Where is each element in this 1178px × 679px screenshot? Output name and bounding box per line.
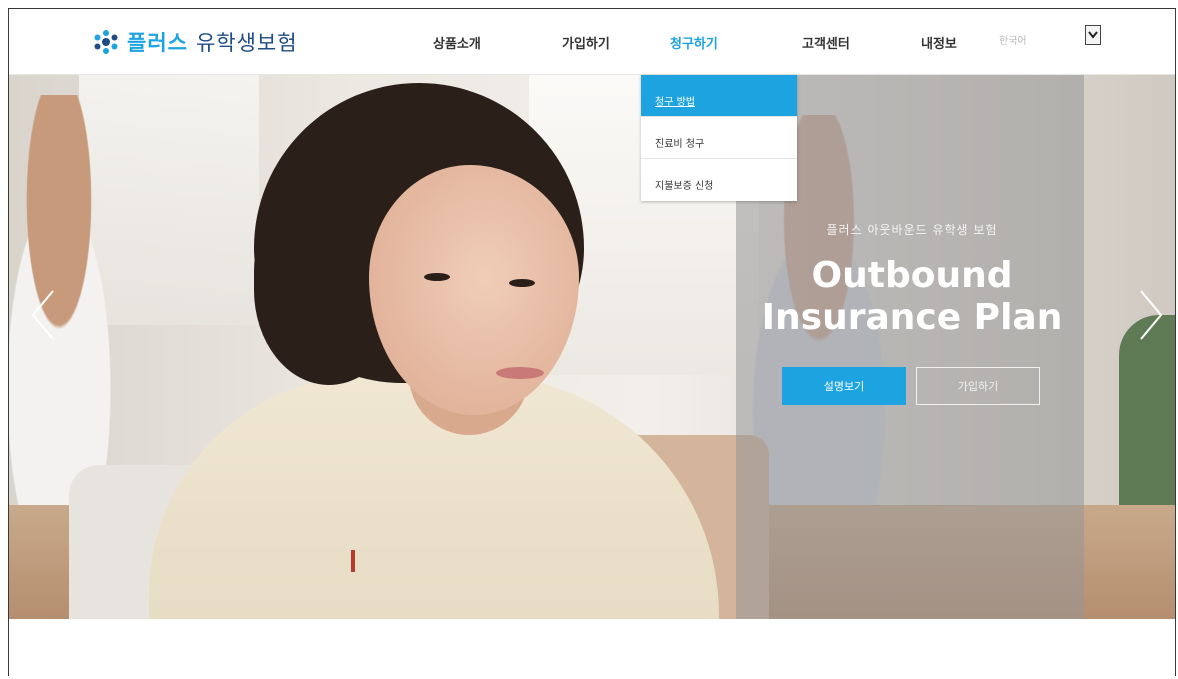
dropdown-item-medical-claim[interactable]: 진료비 청구 <box>641 117 797 159</box>
student-lips <box>496 367 544 379</box>
language-dropdown-button[interactable] <box>1085 25 1101 45</box>
hero-title-line1: Outbound <box>811 255 1013 296</box>
logo[interactable]: 플러스 유학생보험 <box>93 27 298 57</box>
join-button[interactable]: 가입하기 <box>916 367 1040 405</box>
chevron-left-icon[interactable] <box>23 285 63 345</box>
student-eye <box>509 279 535 287</box>
hero-title-line2: Insurance Plan <box>761 297 1063 338</box>
claim-dropdown-menu: 청구 방법 진료비 청구 지불보증 신청 <box>641 75 797 201</box>
chevron-right-icon[interactable] <box>1131 285 1171 345</box>
chevron-down-icon <box>1088 31 1098 39</box>
logo-icon <box>94 30 118 54</box>
dropdown-item-claim-method[interactable]: 청구 방법 <box>641 75 797 117</box>
site-header: 플러스 유학생보험 상품소개 가입하기 청구하기 고객센터 내정보 한국어 <box>9 9 1175 75</box>
nav-item-products[interactable]: 상품소개 <box>433 33 481 52</box>
nav-item-join[interactable]: 가입하기 <box>562 33 610 52</box>
logo-brand-name: 플러스 <box>127 31 188 55</box>
hero-subtitle: 플러스 아웃바운드 유학생 보험 <box>826 223 998 237</box>
nav-item-customer-center[interactable]: 고객센터 <box>802 33 850 52</box>
student-eye <box>424 273 450 281</box>
shirt-pin <box>351 550 355 572</box>
logo-subtitle: 유학생보험 <box>195 31 298 55</box>
view-details-button[interactable]: 설명보기 <box>782 367 906 405</box>
nav-item-my-info[interactable]: 내정보 <box>921 33 957 52</box>
language-selected: 한국어 <box>999 36 1027 47</box>
page-frame: 플러스 유학생보험 상품소개 가입하기 청구하기 고객센터 내정보 한국어 플러… <box>8 8 1176 676</box>
dropdown-item-payment-guarantee[interactable]: 지불보증 신청 <box>641 159 797 201</box>
nav-item-claim[interactable]: 청구하기 <box>670 33 718 52</box>
hero-banner: 플러스 아웃바운드 유학생 보험 Outbound Insurance Plan… <box>9 75 1175 619</box>
hero-title: Outbound Insurance Plan <box>739 255 1085 339</box>
